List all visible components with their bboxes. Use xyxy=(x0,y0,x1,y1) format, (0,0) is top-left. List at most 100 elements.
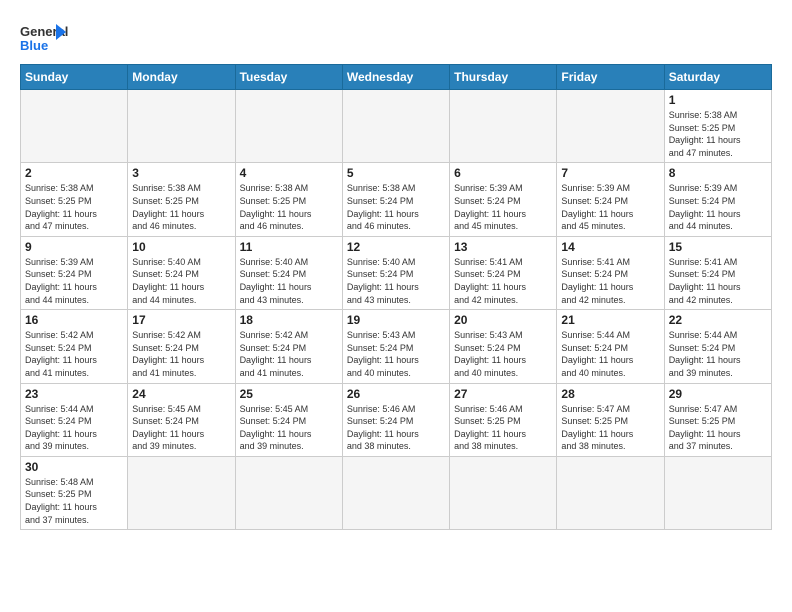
calendar-cell xyxy=(450,90,557,163)
day-number: 20 xyxy=(454,313,552,327)
calendar-cell: 17 Sunrise: 5:42 AM Sunset: 5:24 PM Dayli… xyxy=(128,310,235,383)
calendar-cell: 8Sunrise: 5:39 AM Sunset: 5:24 PM Daylig… xyxy=(664,163,771,236)
calendar-cell: 19 Sunrise: 5:43 AM Sunset: 5:24 PM Dayli… xyxy=(342,310,449,383)
day-info: Sunrise: 5:38 AM Sunset: 5:25 PM Dayligh… xyxy=(669,109,767,159)
day-info: Sunrise: 5:44 AM Sunset: 5:24 PM Dayligh… xyxy=(25,403,123,453)
calendar-cell: 3 Sunrise: 5:38 AM Sunset: 5:25 PM Daylig… xyxy=(128,163,235,236)
calendar-cell xyxy=(128,456,235,529)
day-info: Sunrise: 5:38 AM Sunset: 5:25 PM Dayligh… xyxy=(240,182,338,232)
calendar-cell xyxy=(342,90,449,163)
day-info: Sunrise: 5:42 AM Sunset: 5:24 PM Dayligh… xyxy=(132,329,230,379)
day-number: 23 xyxy=(25,387,123,401)
calendar-cell: 1 Sunrise: 5:38 AM Sunset: 5:25 PM Daylig… xyxy=(664,90,771,163)
calendar-cell xyxy=(21,90,128,163)
day-info: Sunrise: 5:46 AM Sunset: 5:24 PM Dayligh… xyxy=(347,403,445,453)
day-info: Sunrise: 5:40 AM Sunset: 5:24 PM Dayligh… xyxy=(347,256,445,306)
calendar-cell: 29Sunrise: 5:47 AM Sunset: 5:25 PM Dayli… xyxy=(664,383,771,456)
calendar-cell xyxy=(450,456,557,529)
day-info: Sunrise: 5:41 AM Sunset: 5:24 PM Dayligh… xyxy=(669,256,767,306)
calendar-cell: 18 Sunrise: 5:42 AM Sunset: 5:24 PM Dayli… xyxy=(235,310,342,383)
calendar-cell: 6Sunrise: 5:39 AM Sunset: 5:24 PM Daylig… xyxy=(450,163,557,236)
day-number: 14 xyxy=(561,240,659,254)
day-info: Sunrise: 5:38 AM Sunset: 5:25 PM Dayligh… xyxy=(132,182,230,232)
day-info: Sunrise: 5:42 AM Sunset: 5:24 PM Dayligh… xyxy=(240,329,338,379)
day-number: 26 xyxy=(347,387,445,401)
calendar-cell: 27 Sunrise: 5:46 AM Sunset: 5:25 PM Dayli… xyxy=(450,383,557,456)
calendar-table: SundayMondayTuesdayWednesdayThursdayFrid… xyxy=(20,64,772,530)
calendar-cell: 4 Sunrise: 5:38 AM Sunset: 5:25 PM Daylig… xyxy=(235,163,342,236)
calendar-cell: 22 Sunrise: 5:44 AM Sunset: 5:24 PM Dayli… xyxy=(664,310,771,383)
day-info: Sunrise: 5:38 AM Sunset: 5:25 PM Dayligh… xyxy=(25,182,123,232)
calendar-cell: 16 Sunrise: 5:42 AM Sunset: 5:24 PM Dayli… xyxy=(21,310,128,383)
day-number: 5 xyxy=(347,166,445,180)
day-info: Sunrise: 5:43 AM Sunset: 5:24 PM Dayligh… xyxy=(454,329,552,379)
calendar-cell xyxy=(342,456,449,529)
day-number: 17 xyxy=(132,313,230,327)
calendar-cell xyxy=(235,456,342,529)
svg-text:Blue: Blue xyxy=(20,38,48,53)
calendar-cell xyxy=(557,456,664,529)
generalblue-logo-icon: General Blue xyxy=(20,20,68,56)
column-header-wednesday: Wednesday xyxy=(342,65,449,90)
day-info: Sunrise: 5:40 AM Sunset: 5:24 PM Dayligh… xyxy=(132,256,230,306)
day-info: Sunrise: 5:45 AM Sunset: 5:24 PM Dayligh… xyxy=(240,403,338,453)
day-number: 3 xyxy=(132,166,230,180)
day-info: Sunrise: 5:39 AM Sunset: 5:24 PM Dayligh… xyxy=(561,182,659,232)
day-number: 21 xyxy=(561,313,659,327)
day-info: Sunrise: 5:42 AM Sunset: 5:24 PM Dayligh… xyxy=(25,329,123,379)
day-number: 4 xyxy=(240,166,338,180)
column-header-thursday: Thursday xyxy=(450,65,557,90)
calendar-cell: 2 Sunrise: 5:38 AM Sunset: 5:25 PM Daylig… xyxy=(21,163,128,236)
calendar-cell: 26 Sunrise: 5:46 AM Sunset: 5:24 PM Dayli… xyxy=(342,383,449,456)
calendar-cell: 20 Sunrise: 5:43 AM Sunset: 5:24 PM Dayli… xyxy=(450,310,557,383)
calendar-cell: 24 Sunrise: 5:45 AM Sunset: 5:24 PM Dayli… xyxy=(128,383,235,456)
day-number: 1 xyxy=(669,93,767,107)
day-info: Sunrise: 5:47 AM Sunset: 5:25 PM Dayligh… xyxy=(561,403,659,453)
calendar-cell: 15 Sunrise: 5:41 AM Sunset: 5:24 PM Dayli… xyxy=(664,236,771,309)
calendar-cell: 7 Sunrise: 5:39 AM Sunset: 5:24 PM Daylig… xyxy=(557,163,664,236)
day-number: 27 xyxy=(454,387,552,401)
day-info: Sunrise: 5:44 AM Sunset: 5:24 PM Dayligh… xyxy=(669,329,767,379)
day-number: 30 xyxy=(25,460,123,474)
day-info: Sunrise: 5:48 AM Sunset: 5:25 PM Dayligh… xyxy=(25,476,123,526)
calendar-cell xyxy=(664,456,771,529)
day-number: 2 xyxy=(25,166,123,180)
day-number: 12 xyxy=(347,240,445,254)
calendar-cell: 11Sunrise: 5:40 AM Sunset: 5:24 PM Dayli… xyxy=(235,236,342,309)
day-info: Sunrise: 5:43 AM Sunset: 5:24 PM Dayligh… xyxy=(347,329,445,379)
day-info: Sunrise: 5:45 AM Sunset: 5:24 PM Dayligh… xyxy=(132,403,230,453)
day-number: 15 xyxy=(669,240,767,254)
column-header-friday: Friday xyxy=(557,65,664,90)
day-number: 7 xyxy=(561,166,659,180)
day-number: 28 xyxy=(561,387,659,401)
calendar-cell: 9Sunrise: 5:39 AM Sunset: 5:24 PM Daylig… xyxy=(21,236,128,309)
day-info: Sunrise: 5:41 AM Sunset: 5:24 PM Dayligh… xyxy=(561,256,659,306)
calendar-cell: 21Sunrise: 5:44 AM Sunset: 5:24 PM Dayli… xyxy=(557,310,664,383)
logo: General Blue xyxy=(20,20,68,56)
column-header-sunday: Sunday xyxy=(21,65,128,90)
day-number: 22 xyxy=(669,313,767,327)
day-number: 13 xyxy=(454,240,552,254)
calendar-cell: 14 Sunrise: 5:41 AM Sunset: 5:24 PM Dayli… xyxy=(557,236,664,309)
calendar-cell: 10 Sunrise: 5:40 AM Sunset: 5:24 PM Dayli… xyxy=(128,236,235,309)
day-number: 19 xyxy=(347,313,445,327)
day-number: 24 xyxy=(132,387,230,401)
day-number: 10 xyxy=(132,240,230,254)
column-header-monday: Monday xyxy=(128,65,235,90)
day-info: Sunrise: 5:41 AM Sunset: 5:24 PM Dayligh… xyxy=(454,256,552,306)
day-info: Sunrise: 5:40 AM Sunset: 5:24 PM Dayligh… xyxy=(240,256,338,306)
calendar-cell xyxy=(128,90,235,163)
page-header: General Blue xyxy=(20,16,772,56)
calendar-cell: 5 Sunrise: 5:38 AM Sunset: 5:24 PM Daylig… xyxy=(342,163,449,236)
calendar-cell: 25 Sunrise: 5:45 AM Sunset: 5:24 PM Dayli… xyxy=(235,383,342,456)
day-number: 29 xyxy=(669,387,767,401)
column-header-saturday: Saturday xyxy=(664,65,771,90)
day-number: 18 xyxy=(240,313,338,327)
day-info: Sunrise: 5:39 AM Sunset: 5:24 PM Dayligh… xyxy=(669,182,767,232)
day-info: Sunrise: 5:38 AM Sunset: 5:24 PM Dayligh… xyxy=(347,182,445,232)
calendar-cell xyxy=(235,90,342,163)
day-info: Sunrise: 5:46 AM Sunset: 5:25 PM Dayligh… xyxy=(454,403,552,453)
day-number: 16 xyxy=(25,313,123,327)
day-number: 25 xyxy=(240,387,338,401)
calendar-cell: 30 Sunrise: 5:48 AM Sunset: 5:25 PM Dayli… xyxy=(21,456,128,529)
